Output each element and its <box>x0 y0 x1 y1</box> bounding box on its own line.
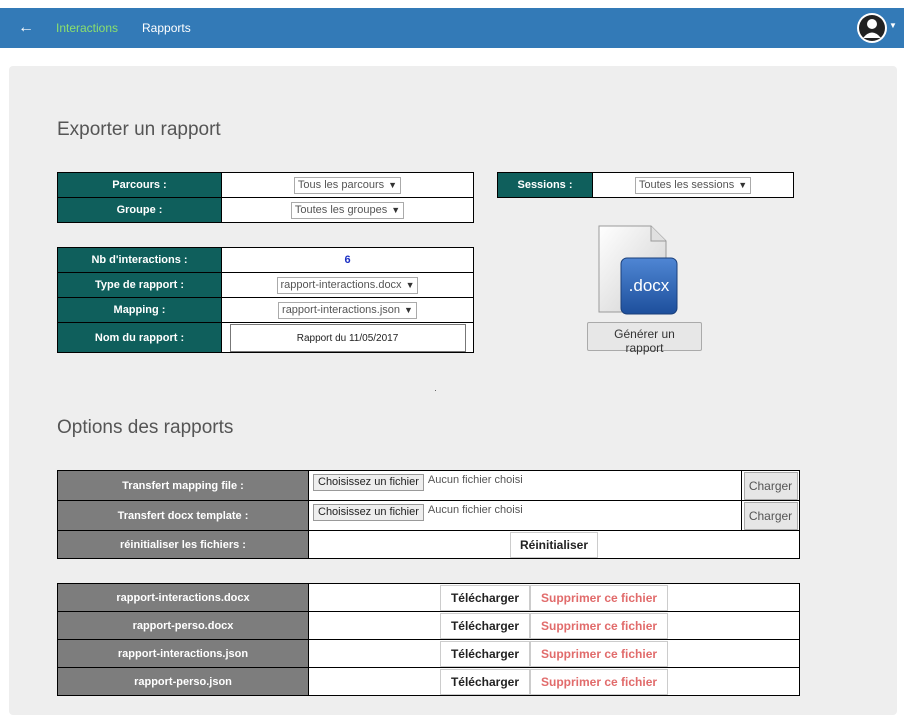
nav-interactions[interactable]: Interactions <box>56 20 118 36</box>
parcours-label: Parcours : <box>57 172 222 198</box>
delete-file-button[interactable]: Supprimer ce fichier <box>530 668 669 695</box>
type-rapport-select[interactable]: rapport-interactions.docx ▼ <box>276 276 419 294</box>
type-rapport-label: Type de rapport : <box>57 272 222 298</box>
mapping-label: Mapping : <box>57 297 222 323</box>
charger-mapping-button[interactable]: Charger <box>743 471 798 500</box>
table-row: rapport-perso.json Télécharger Supprimer… <box>57 667 800 696</box>
top-navbar: ← Interactions Rapports ▼ <box>0 8 904 48</box>
parcours-select[interactable]: Tous les parcours ▼ <box>293 176 402 194</box>
chevron-down-icon: ▼ <box>388 179 398 190</box>
download-button[interactable]: Télécharger <box>439 640 530 667</box>
docx-file-icon: .docx <box>593 222 683 318</box>
filters-table: Parcours : Tous les parcours ▼ Groupe : T… <box>57 172 474 223</box>
chevron-down-icon: ▼ <box>404 304 413 315</box>
file-name: rapport-interactions.json <box>57 639 309 668</box>
choose-docx-file-button[interactable]: Choisissez un fichier <box>313 504 424 521</box>
choose-mapping-file-button[interactable]: Choisissez un fichier <box>313 474 424 491</box>
reset-files-label: réinitialiser les fichiers : <box>57 530 309 559</box>
download-button[interactable]: Télécharger <box>439 584 530 611</box>
sessions-select[interactable]: Toutes les sessions ▼ <box>634 176 752 194</box>
chevron-down-icon: ▼ <box>405 279 415 290</box>
file-name: rapport-perso.docx <box>57 611 309 640</box>
delete-file-button[interactable]: Supprimer ce fichier <box>530 612 669 639</box>
mapping-no-file-text: Aucun fichier choisi <box>427 474 523 486</box>
table-row: rapport-perso.docx Télécharger Supprimer… <box>57 611 800 640</box>
nav-rapports[interactable]: Rapports <box>142 20 191 36</box>
file-name: rapport-perso.json <box>57 667 309 696</box>
mapping-select[interactable]: rapport-interactions.json ▼ <box>278 301 417 319</box>
mapping-file-label: Transfert mapping file : <box>57 470 309 501</box>
file-name: rapport-interactions.docx <box>57 583 309 612</box>
docx-template-label: Transfert docx template : <box>57 500 309 531</box>
nom-rapport-label: Nom du rapport : <box>57 322 222 353</box>
nb-interactions-value: 6 <box>344 254 351 266</box>
divider-dot <box>435 390 436 391</box>
docx-label: .docx <box>628 276 670 295</box>
chevron-down-icon: ▼ <box>738 179 748 190</box>
table-row: rapport-interactions.json Télécharger Su… <box>57 639 800 668</box>
groupe-label: Groupe : <box>57 197 222 223</box>
download-button[interactable]: Télécharger <box>439 612 530 639</box>
user-avatar-icon[interactable] <box>857 13 887 43</box>
generate-report-button[interactable]: Générer un rapport <box>587 322 702 355</box>
delete-file-button[interactable]: Supprimer ce fichier <box>530 640 669 667</box>
sessions-label: Sessions : <box>497 172 593 198</box>
sessions-table: Sessions : Toutes les sessions ▼ <box>497 172 794 198</box>
back-arrow-icon[interactable]: ← <box>18 17 34 39</box>
charger-docx-button[interactable]: Charger <box>743 501 798 530</box>
user-menu-caret-icon[interactable]: ▼ <box>889 21 897 30</box>
options-title: Options des rapports <box>57 417 234 438</box>
report-config-table: Nb d'interactions : 6 Type de rapport : … <box>57 247 474 353</box>
options-table: Transfert mapping file : Choisissez un f… <box>57 470 800 559</box>
groupe-select[interactable]: Toutes les groupes ▼ <box>290 201 405 219</box>
download-button[interactable]: Télécharger <box>439 668 530 695</box>
delete-file-button[interactable]: Supprimer ce fichier <box>530 584 669 611</box>
files-table: rapport-interactions.docx Télécharger Su… <box>57 583 800 696</box>
chevron-down-icon: ▼ <box>391 204 401 215</box>
nb-interactions-label: Nb d'interactions : <box>57 247 222 273</box>
export-title: Exporter un rapport <box>57 119 221 140</box>
docx-no-file-text: Aucun fichier choisi <box>427 504 523 516</box>
nom-rapport-input[interactable]: Rapport du 11/05/2017 <box>229 323 466 352</box>
reset-button[interactable]: Réinitialiser <box>509 531 599 558</box>
table-row: rapport-interactions.docx Télécharger Su… <box>57 583 800 612</box>
